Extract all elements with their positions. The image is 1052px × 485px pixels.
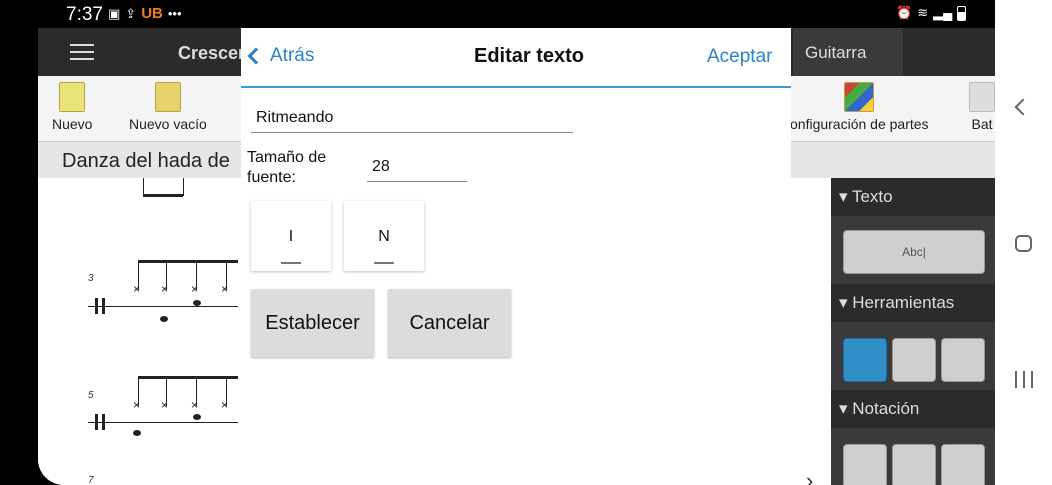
measure-number: 7 bbox=[88, 475, 94, 485]
status-right-icons: ⏰ ≋ ▂▄ bbox=[896, 5, 967, 21]
side-panel: ▾ Texto Abc| ▾ Herramientas ▾ Notación bbox=[831, 178, 995, 485]
nav-back-icon[interactable] bbox=[1014, 98, 1032, 116]
font-size-label: Tamaño de fuente: bbox=[247, 149, 327, 186]
measure-number: 5 bbox=[88, 390, 94, 401]
notation-button[interactable] bbox=[892, 444, 936, 485]
new-empty-button[interactable]: Nuevo vacío bbox=[129, 82, 207, 132]
italic-label: I bbox=[288, 228, 294, 245]
upload-icon: ⇪ bbox=[125, 5, 137, 21]
wifi-icon: ≋ bbox=[917, 5, 929, 20]
section-notacion[interactable]: ▾ Notación bbox=[831, 390, 995, 428]
bold-label: N bbox=[378, 228, 390, 245]
cancel-button[interactable]: Cancelar bbox=[388, 289, 511, 357]
pointer-tool-button[interactable] bbox=[843, 338, 887, 382]
status-time: 7:37 bbox=[66, 4, 103, 25]
edit-text-dialog: Atrás Editar texto Aceptar Tamaño de fue… bbox=[241, 28, 791, 485]
set-button[interactable]: Establecer bbox=[251, 289, 374, 357]
text-tool-button[interactable]: Abc| bbox=[843, 230, 985, 274]
measure-number: 3 bbox=[88, 273, 94, 284]
drums-button[interactable]: Bat bbox=[969, 82, 995, 132]
notation-button[interactable] bbox=[843, 444, 887, 485]
font-size-input[interactable] bbox=[367, 152, 467, 182]
toggle-indicator bbox=[374, 262, 394, 264]
tab-guitarra[interactable]: Guitarra bbox=[793, 28, 903, 76]
dialog-header: Atrás Editar texto Aceptar bbox=[241, 28, 791, 88]
parts-config-icon bbox=[844, 82, 875, 112]
back-button[interactable]: Atrás bbox=[247, 45, 315, 67]
nav-home-icon[interactable] bbox=[1015, 235, 1032, 252]
dialog-title: Editar texto bbox=[474, 45, 585, 67]
status-left-icons: ▣ ⇪ UB ••• bbox=[108, 5, 182, 22]
parts-config-button[interactable]: onfiguración de partes bbox=[790, 82, 929, 132]
back-label: Atrás bbox=[270, 45, 315, 66]
image-icon: ▣ bbox=[108, 5, 121, 21]
text-input[interactable] bbox=[251, 103, 573, 133]
drums-label: Bat bbox=[971, 116, 993, 132]
notation-button[interactable] bbox=[941, 444, 985, 485]
signal-icon: ▂▄ bbox=[933, 5, 953, 20]
new-empty-label: Nuevo vacío bbox=[129, 116, 207, 132]
section-herramientas[interactable]: ▾ Herramientas bbox=[831, 284, 995, 322]
new-file-icon bbox=[59, 82, 86, 112]
italic-toggle[interactable]: I bbox=[251, 201, 331, 271]
new-empty-icon bbox=[154, 82, 181, 112]
new-label: Nuevo bbox=[52, 116, 93, 132]
chevron-left-icon bbox=[247, 47, 265, 65]
chevron-right-icon[interactable]: › bbox=[806, 468, 813, 485]
eraser-tool-button[interactable] bbox=[941, 338, 985, 382]
drums-icon bbox=[969, 82, 995, 112]
system-nav-bar bbox=[995, 0, 1052, 485]
alarm-icon: ⏰ bbox=[896, 5, 913, 20]
battery-icon bbox=[957, 5, 967, 21]
nav-recents-icon[interactable] bbox=[1015, 371, 1033, 388]
hand-tool-button[interactable] bbox=[892, 338, 936, 382]
status-bar: 7:37 ▣ ⇪ UB ••• ⏰ ≋ ▂▄ bbox=[0, 0, 995, 28]
text-tool-label: Abc| bbox=[902, 245, 926, 259]
section-texto[interactable]: ▾ Texto bbox=[831, 178, 995, 216]
accept-button[interactable]: Aceptar bbox=[707, 46, 772, 68]
score-title: Danza del hada de bbox=[62, 150, 230, 172]
menu-icon[interactable] bbox=[70, 44, 94, 60]
bold-toggle[interactable]: N bbox=[344, 201, 424, 271]
app-title: Crescen bbox=[178, 43, 250, 63]
new-button[interactable]: Nuevo bbox=[52, 82, 92, 132]
ub-icon: UB bbox=[141, 5, 163, 22]
toggle-indicator bbox=[281, 262, 301, 264]
parts-config-label: onfiguración de partes bbox=[790, 116, 929, 132]
more-dots-icon: ••• bbox=[167, 6, 182, 21]
